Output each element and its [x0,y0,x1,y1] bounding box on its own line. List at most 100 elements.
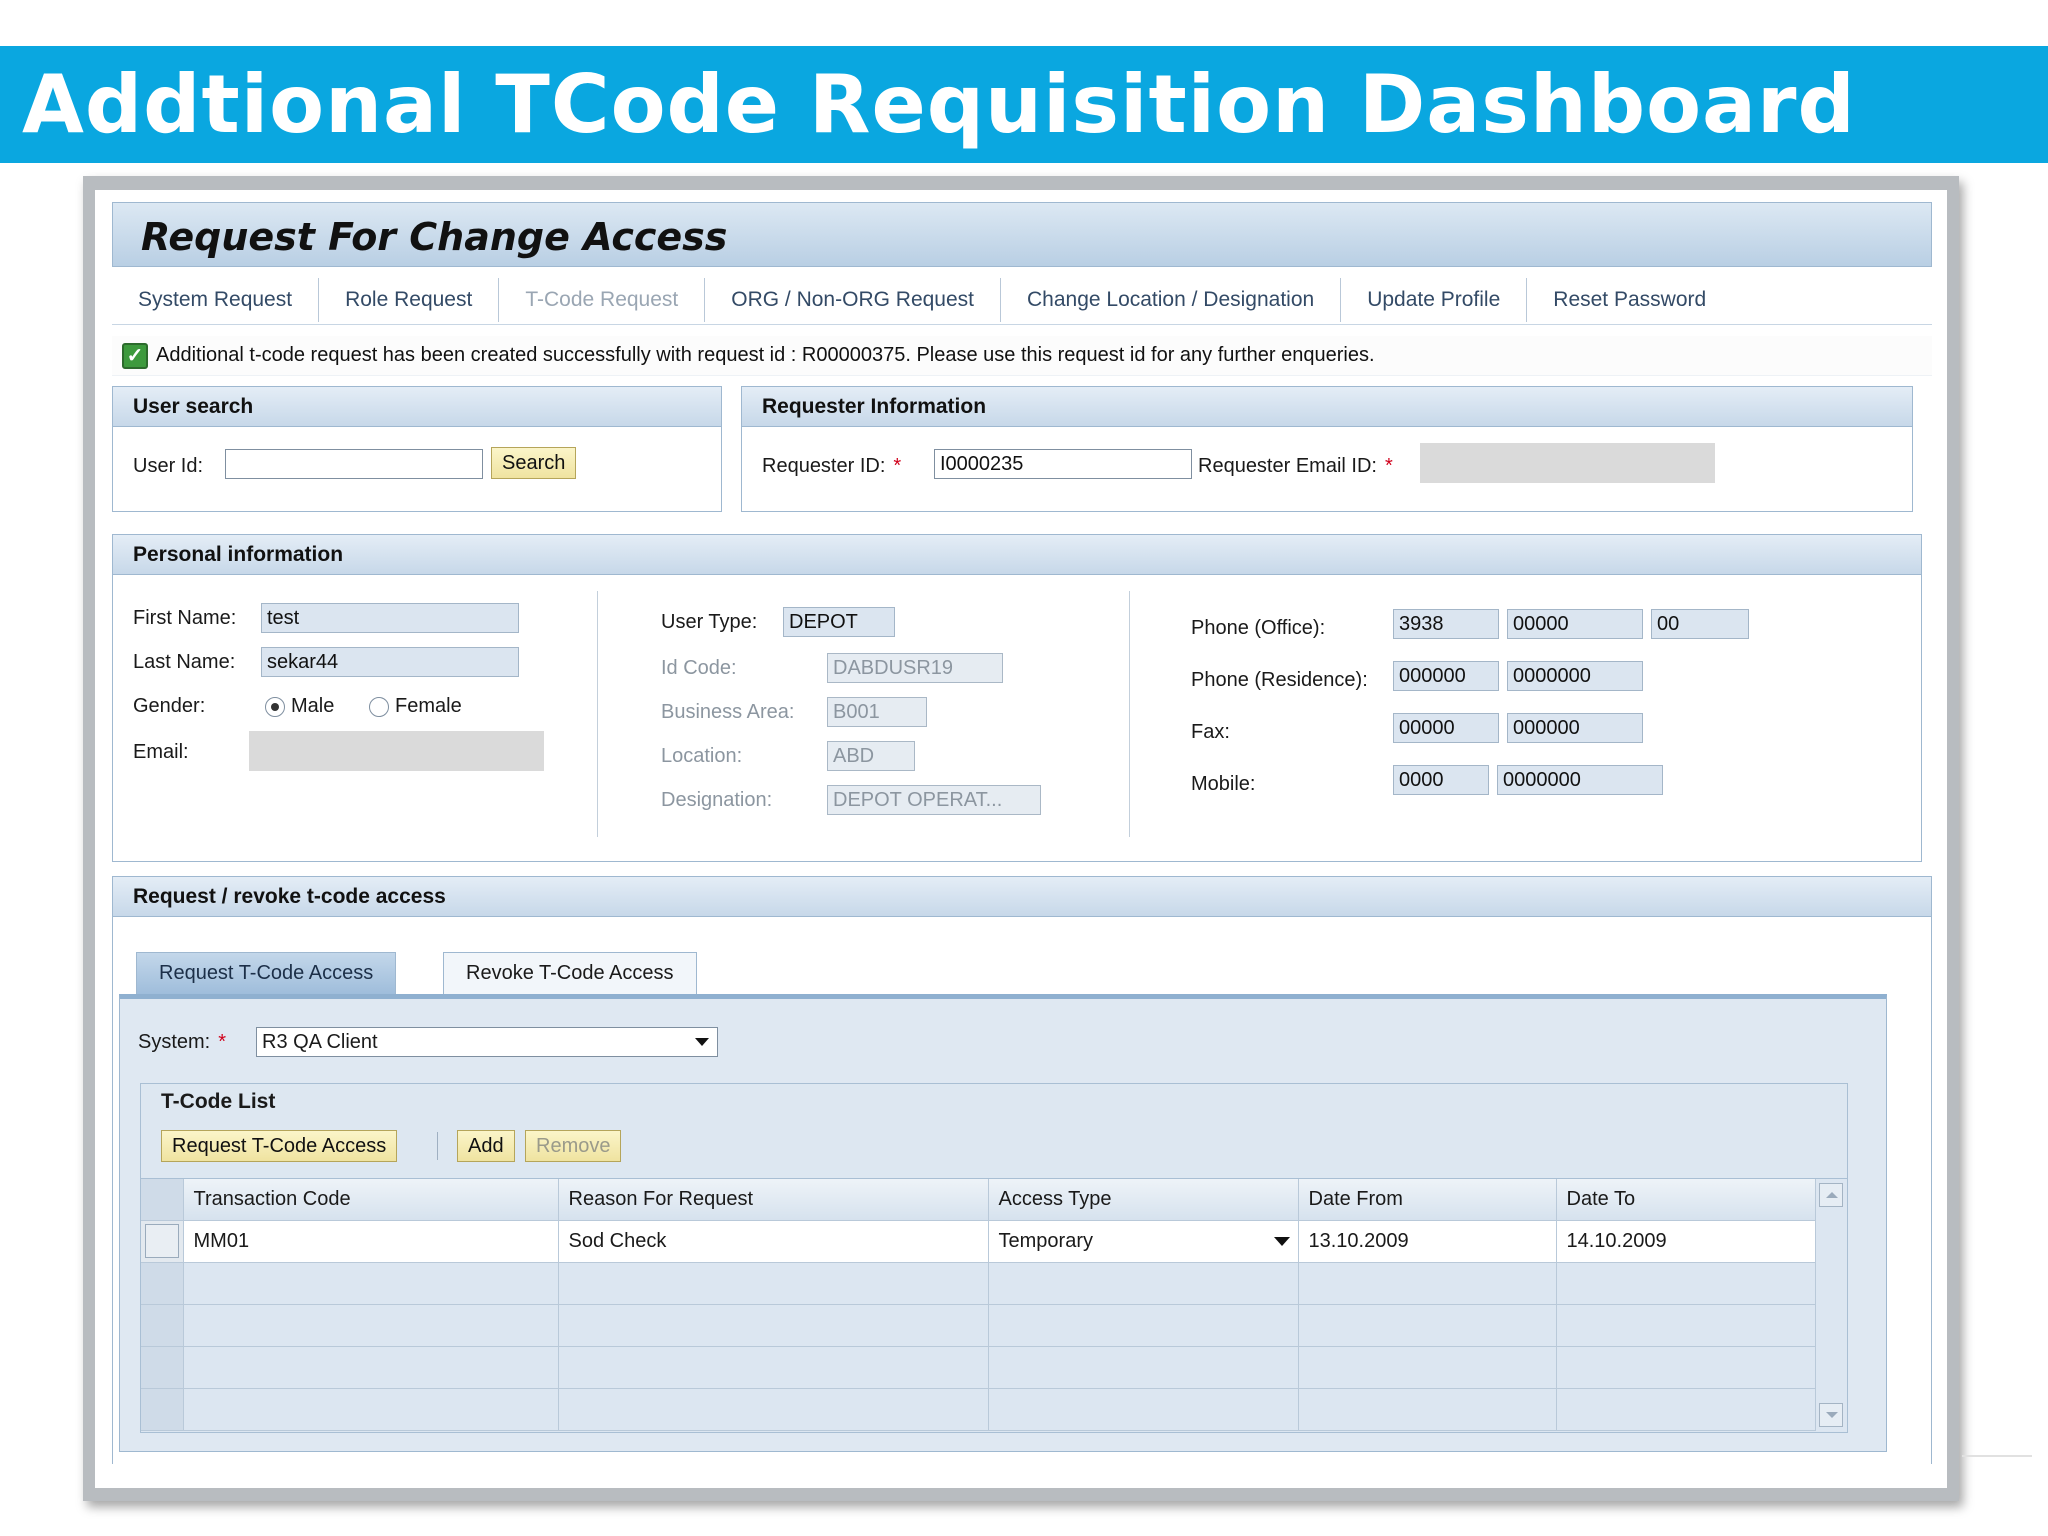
row-selector[interactable] [141,1304,184,1347]
gender-male-label: Male [291,695,335,717]
access-title: Request / revoke t-code access [113,877,1931,917]
row-selector[interactable] [141,1388,184,1431]
gender-label: Gender: [133,695,206,717]
empty-table-row [141,1262,1816,1305]
access-type-value: Temporary [998,1229,1093,1252]
app-header: Request For Change Access [112,202,1932,267]
date-to-cell[interactable]: 14.10.2009 [1556,1220,1816,1263]
empty-table-row [141,1346,1816,1389]
column-header-transaction-code[interactable]: Transaction Code [183,1179,559,1221]
user-search-title: User search [113,387,721,427]
row-selector[interactable] [141,1220,184,1263]
column-header-reason[interactable]: Reason For Request [558,1179,989,1221]
phone-residence-number-field[interactable]: 0000000 [1507,661,1643,691]
table-row: MM01 Sod Check Temporary 13.10.2009 14.1… [141,1220,1816,1263]
mobile-prefix-field[interactable]: 0000 [1393,765,1489,795]
app-window: Request For Change Access System Request… [95,190,1947,1488]
system-select[interactable]: R3 QA Client [256,1027,718,1057]
reason-cell[interactable]: Sod Check [558,1220,989,1263]
page-title: Request For Change Access [141,215,728,259]
row-selector[interactable] [141,1262,184,1305]
column-divider [1129,591,1130,837]
location-label: Location: [661,745,743,767]
scroll-down-icon[interactable] [1819,1403,1843,1427]
column-header-date-to[interactable]: Date To [1556,1179,1816,1221]
phone-residence-label: Phone (Residence): [1191,669,1368,691]
checkbox-checked-icon: ✓ [122,342,148,369]
nav-reset-password[interactable]: Reset Password [1527,278,1732,322]
fax-area-field[interactable]: 00000 [1393,713,1499,743]
table-header-row: Transaction Code Reason For Request Acce… [141,1179,1816,1221]
success-message: ✓ Additional t-code request has been cre… [112,336,1932,376]
mobile-label: Mobile: [1191,773,1256,795]
success-message-text: Additional t-code request has been creat… [156,344,1375,366]
empty-table-row [141,1388,1816,1431]
nav-update-profile[interactable]: Update Profile [1341,277,1528,322]
nav-org-request[interactable]: ORG / Non-ORG Request [705,277,1001,322]
fax-label: Fax: [1191,721,1230,743]
banner-title: Addtional TCode Requisition Dashboard [22,58,1856,151]
row-select-box[interactable] [144,1224,179,1258]
chevron-down-icon[interactable] [1273,1236,1290,1246]
nav-bar: System Request Role Request T-Code Reque… [112,275,1932,325]
phone-office-number-field[interactable]: 00000 [1507,609,1643,639]
first-name-field[interactable]: test [261,603,519,633]
gender-male-radio[interactable]: Male [265,695,334,718]
requester-title: Requester Information [742,387,1912,427]
tab-request-tcode-access[interactable]: Request T-Code Access [136,952,397,994]
id-code-field: DABDUSR19 [827,653,1003,683]
nav-tcode-request[interactable]: T-Code Request [499,277,706,322]
scroll-up-icon[interactable] [1819,1183,1843,1207]
phone-residence-area-field[interactable]: 000000 [1393,661,1499,691]
required-marker: * [1384,455,1393,477]
column-header-access-type[interactable]: Access Type [988,1179,1299,1221]
banner: Addtional TCode Requisition Dashboard [0,46,2048,163]
row-select-header [141,1179,184,1221]
requester-id-label: Requester ID: * [762,455,902,477]
tcode-list-title: T-Code List [161,1090,276,1113]
requester-id-input[interactable]: I0000235 [934,449,1192,479]
fax-number-field[interactable]: 000000 [1507,713,1643,743]
toolbar-divider [437,1132,438,1160]
user-search-panel: User search User Id: Search [112,386,722,512]
request-tcode-access-button[interactable]: Request T-Code Access [161,1130,398,1162]
nav-change-location[interactable]: Change Location / Designation [1001,277,1342,322]
last-name-field[interactable]: sekar44 [261,647,519,677]
requester-email-label: Requester Email ID: * [1198,455,1393,477]
decorative-line [1962,1455,2032,1457]
id-code-label: Id Code: [661,657,737,679]
nav-system-request[interactable]: System Request [112,277,320,322]
email-label: Email: [133,741,189,763]
date-from-cell[interactable]: 13.10.2009 [1298,1220,1557,1263]
vertical-scrollbar[interactable] [1815,1179,1847,1431]
empty-table-row [141,1304,1816,1347]
row-selector[interactable] [141,1346,184,1389]
transaction-code-cell[interactable]: MM01 [183,1220,559,1263]
tab-revoke-tcode-access[interactable]: Revoke T-Code Access [443,952,697,994]
phone-office-ext-field[interactable]: 00 [1651,609,1749,639]
phone-office-area-field[interactable]: 3938 [1393,609,1499,639]
tcode-list-panel: T-Code List Request T-Code Access Add Re… [140,1083,1848,1433]
column-header-date-from[interactable]: Date From [1298,1179,1557,1221]
remove-button[interactable]: Remove [525,1130,622,1162]
access-type-cell[interactable]: Temporary [988,1220,1299,1263]
user-id-input[interactable] [225,449,483,479]
required-marker: * [218,1031,227,1053]
gender-female-label: Female [395,695,462,717]
personal-info-title: Personal information [113,535,1921,575]
search-button[interactable]: Search [491,447,577,479]
mobile-number-field[interactable]: 0000000 [1497,765,1663,795]
email-field[interactable] [249,731,544,771]
user-type-field[interactable]: DEPOT [783,607,895,637]
radio-selected-icon [265,696,285,717]
screenshot-frame: Request For Change Access System Request… [83,176,1959,1501]
tab-content: System: * R3 QA Client T-Code List Reques… [119,994,1887,1452]
add-button[interactable]: Add [457,1130,515,1162]
gender-female-radio[interactable]: Female [369,695,462,718]
requester-email-input[interactable] [1420,443,1715,483]
system-select-value: R3 QA Client [262,1031,378,1053]
business-area-field: B001 [827,697,927,727]
system-label: System: * [138,1031,227,1053]
nav-role-request[interactable]: Role Request [319,277,500,322]
radio-unselected-icon [369,696,389,717]
